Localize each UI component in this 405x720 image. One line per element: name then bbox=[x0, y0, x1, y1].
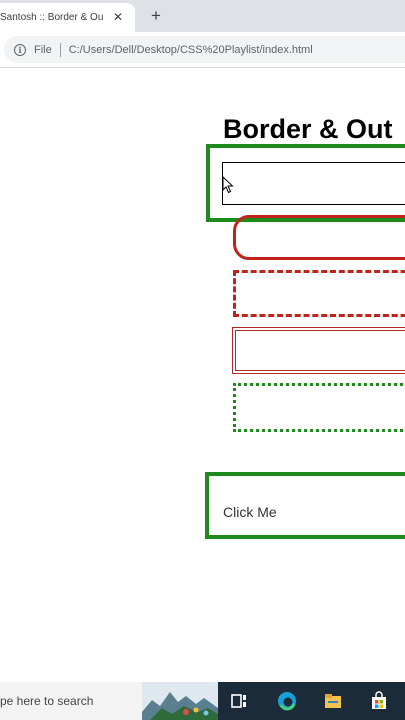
dotted-border-box bbox=[233, 383, 405, 432]
new-tab-button[interactable]: + bbox=[146, 6, 166, 26]
taskbar-search-input[interactable]: pe here to search bbox=[0, 682, 218, 720]
edge-browser-icon[interactable] bbox=[277, 691, 297, 711]
page-title: Border & Out bbox=[223, 114, 393, 144]
browser-toolbar: i File C:/Users/Dell/Desktop/CSS%20Playl… bbox=[0, 32, 405, 68]
task-view-icon[interactable] bbox=[229, 691, 249, 711]
page-content: Border & Out Click Me bbox=[0, 68, 405, 682]
browser-chrome: Santosh :: Border & Ou ✕ + i File C:/Use… bbox=[0, 0, 405, 68]
omnibox-separator bbox=[59, 42, 61, 57]
tab-title: Santosh :: Border & Ou bbox=[0, 12, 104, 23]
search-highlight-art bbox=[142, 682, 218, 720]
info-icon[interactable]: i bbox=[14, 43, 26, 56]
store-icon[interactable] bbox=[369, 691, 389, 711]
mouse-cursor-icon bbox=[222, 176, 234, 194]
rounded-border-box bbox=[233, 215, 405, 260]
file-explorer-icon[interactable] bbox=[323, 691, 343, 711]
address-bar[interactable]: i File C:/Users/Dell/Desktop/CSS%20Playl… bbox=[4, 36, 405, 63]
text-input[interactable] bbox=[222, 162, 405, 205]
close-icon[interactable]: ✕ bbox=[111, 10, 125, 24]
double-border-box bbox=[232, 327, 405, 374]
security-label: File bbox=[34, 43, 52, 56]
click-me-button[interactable]: Click Me bbox=[205, 472, 405, 539]
browser-tab[interactable]: Santosh :: Border & Ou ✕ bbox=[0, 3, 135, 32]
url-text: C:/Users/Dell/Desktop/CSS%20Playlist/ind… bbox=[68, 43, 313, 56]
search-placeholder: pe here to search bbox=[0, 694, 94, 708]
dashed-border-box bbox=[233, 270, 405, 317]
windows-taskbar: pe here to search bbox=[0, 682, 405, 720]
